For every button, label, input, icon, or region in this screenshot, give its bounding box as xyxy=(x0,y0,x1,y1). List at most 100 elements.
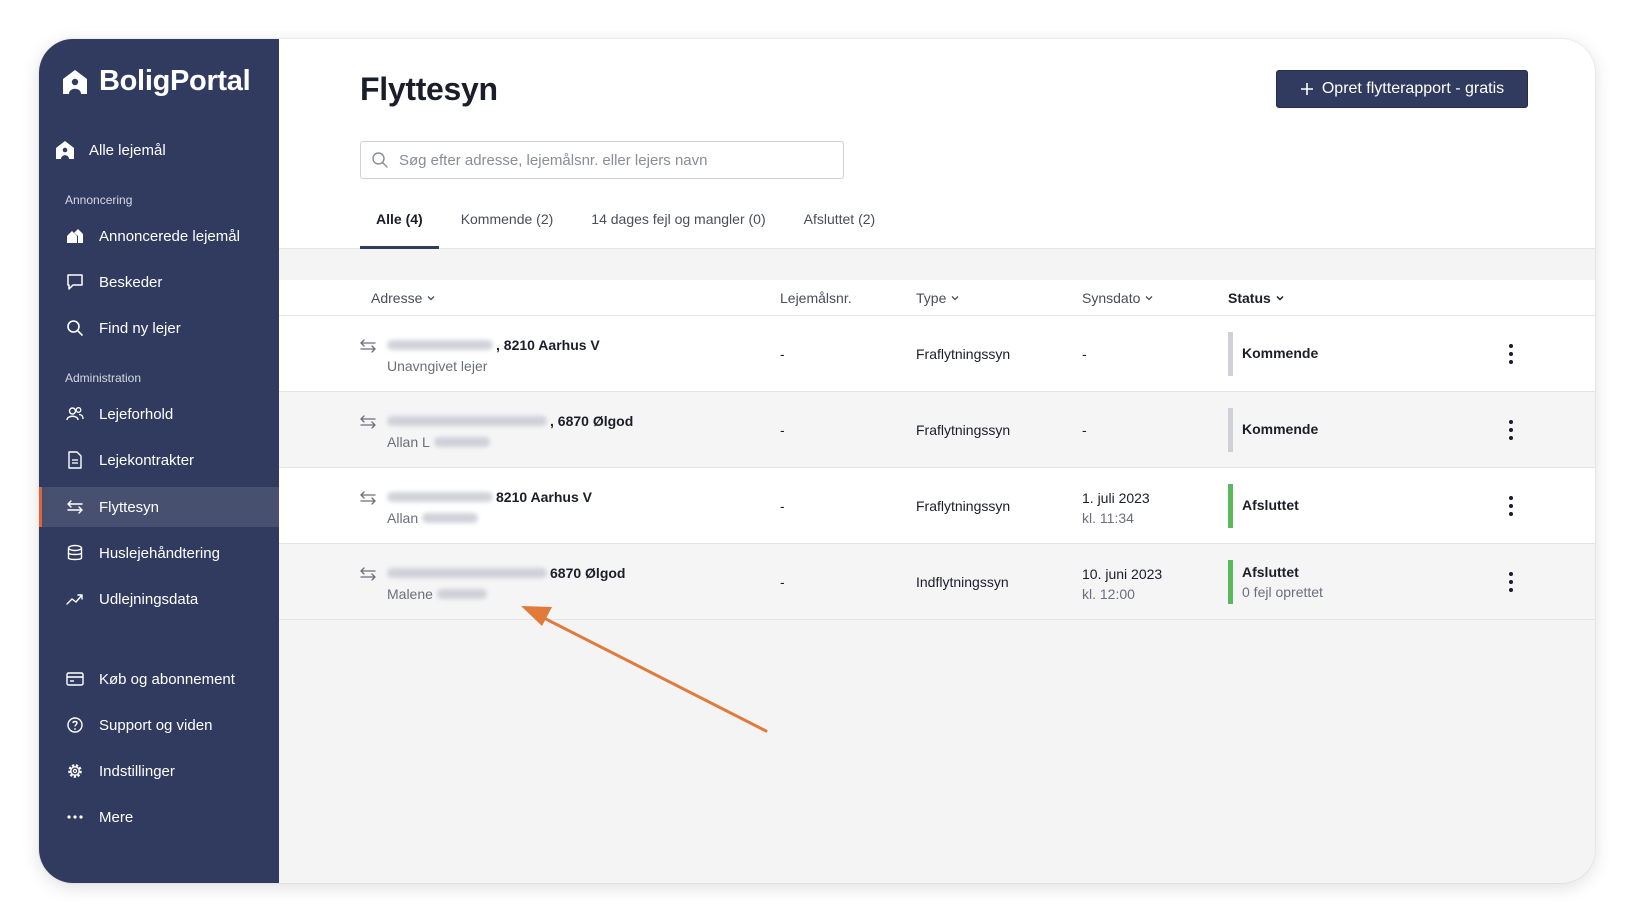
table-row[interactable]: 8210 Aarhus V Allan - Fraflytningssyn 1.… xyxy=(279,468,1595,544)
chevron-down-icon xyxy=(1145,296,1153,301)
brand-logo[interactable]: BoligPortal xyxy=(61,65,251,98)
inspections-table: Adresse Lejemålsnr. Type Synsdato Status xyxy=(279,280,1595,620)
sidebar-item-contracts[interactable]: Lejekontrakter xyxy=(39,440,279,480)
column-header-address[interactable]: Adresse xyxy=(371,290,436,306)
sidebar-item-flyttesyn[interactable]: Flyttesyn xyxy=(39,487,279,527)
row-address[interactable]: , 8210 Aarhus V xyxy=(387,337,600,353)
status-indicator xyxy=(1228,484,1233,528)
date-text: 10. juni 2023 xyxy=(1082,566,1163,582)
sidebar-item-rent-management[interactable]: Huslejehåndtering xyxy=(39,533,279,573)
row-type: Fraflytningssyn xyxy=(916,346,1011,362)
section-heading-annoncering: Annoncering xyxy=(65,193,133,207)
status-indicator xyxy=(1228,332,1233,376)
card-icon xyxy=(65,669,85,689)
sidebar-item-label: Indstillinger xyxy=(99,762,175,780)
kebab-dot xyxy=(1509,344,1513,348)
sidebar-item-label: Flyttesyn xyxy=(99,498,160,516)
sidebar-item-label: Find ny lejer xyxy=(99,319,181,337)
sidebar-item-subscription[interactable]: Køb og abonnement xyxy=(39,659,279,699)
sidebar-item-label: Lejekontrakter xyxy=(99,451,195,469)
page-title: Flyttesyn xyxy=(360,71,498,107)
row-address[interactable]: 6870 Ølgod xyxy=(387,565,625,581)
redacted-address xyxy=(387,492,493,502)
move-arrows-icon xyxy=(360,415,376,429)
sidebar-item-messages[interactable]: Beskeder xyxy=(39,262,279,302)
row-tenant: Allan xyxy=(387,510,481,526)
sidebar-item-all-leases[interactable]: Alle lejemål xyxy=(39,130,279,170)
app-window: BoligPortal Alle lejemål Annoncering Ann… xyxy=(39,39,1595,883)
sidebar-item-label: Huslejehåndtering xyxy=(99,544,220,562)
sidebar-item-settings[interactable]: Indstillinger xyxy=(39,751,279,791)
status-badge: Afsluttet 0 fejl oprettet xyxy=(1242,564,1323,600)
tab-all[interactable]: Alle (4) xyxy=(360,205,439,249)
house-logo-icon xyxy=(63,69,87,94)
column-label: Synsdato xyxy=(1082,290,1141,306)
brand-name: BoligPortal xyxy=(99,65,251,97)
row-type: Indflytningssyn xyxy=(916,574,1009,590)
sidebar-item-find-tenant[interactable]: Find ny lejer xyxy=(39,308,279,348)
row-actions-menu[interactable] xyxy=(1507,572,1515,592)
status-badge: Afsluttet xyxy=(1242,497,1299,513)
row-lease-number: - xyxy=(780,498,785,514)
create-move-report-button[interactable]: Opret flytterapport - gratis xyxy=(1276,70,1528,108)
table-row[interactable]: , 6870 Ølgod Allan L - Fraflytningssyn -… xyxy=(279,392,1595,468)
redacted-name xyxy=(433,437,490,447)
sidebar-item-more[interactable]: Mere xyxy=(39,797,279,837)
sidebar-item-tenancies[interactable]: Lejeforhold xyxy=(39,394,279,434)
date-text: 1. juli 2023 xyxy=(1082,490,1150,506)
chevron-down-icon xyxy=(951,296,959,301)
row-address[interactable]: , 6870 Ølgod xyxy=(387,413,633,429)
row-date: 1. juli 2023 kl. 11:34 xyxy=(1082,490,1150,526)
tab-14-day-defects[interactable]: 14 dages fejl og mangler (0) xyxy=(575,205,781,249)
sidebar-item-label: Mere xyxy=(99,808,134,826)
row-type: Fraflytningssyn xyxy=(916,498,1011,514)
row-actions-menu[interactable] xyxy=(1507,420,1515,440)
time-text: kl. 12:00 xyxy=(1082,586,1135,602)
chat-icon xyxy=(65,272,85,292)
table-header: Adresse Lejemålsnr. Type Synsdato Status xyxy=(279,280,1595,316)
sidebar-item-label: Lejeforhold xyxy=(99,405,174,423)
column-header-date[interactable]: Synsdato xyxy=(1082,290,1154,306)
table-row[interactable]: 6870 Ølgod Malene - Indflytningssyn 10. … xyxy=(279,544,1595,620)
sidebar-item-label: Køb og abonnement xyxy=(99,670,235,688)
users-icon xyxy=(65,404,85,424)
column-header-status[interactable]: Status xyxy=(1228,290,1285,306)
page-header: Flyttesyn Opret flytterapport - gratis A… xyxy=(279,39,1595,249)
kebab-dot xyxy=(1509,352,1513,356)
status-badge: Kommende xyxy=(1242,421,1319,437)
tab-completed[interactable]: Afsluttet (2) xyxy=(788,205,892,249)
sidebar-item-label: Udlejningsdata xyxy=(99,590,199,608)
sidebar-item-listed-leases[interactable]: Annoncerede lejemål xyxy=(39,216,279,256)
row-address[interactable]: 8210 Aarhus V xyxy=(387,489,592,505)
column-label: Lejemålsnr. xyxy=(780,290,852,306)
table-row[interactable]: , 8210 Aarhus V Unavngivet lejer - Frafl… xyxy=(279,316,1595,392)
tenant-text: Allan xyxy=(387,510,419,526)
search-input[interactable] xyxy=(399,151,819,169)
filter-tabs: Alle (4) Kommende (2) 14 dages fejl og m… xyxy=(360,205,897,249)
main-content: Flyttesyn Opret flytterapport - gratis A… xyxy=(279,39,1595,883)
kebab-dot xyxy=(1509,572,1513,576)
time-text: kl. 11:34 xyxy=(1082,510,1134,526)
sidebar: BoligPortal Alle lejemål Annoncering Ann… xyxy=(39,39,279,883)
sidebar-item-support[interactable]: Support og viden xyxy=(39,705,279,745)
row-actions-menu[interactable] xyxy=(1507,344,1515,364)
redacted-address xyxy=(387,340,493,350)
sidebar-item-rental-data[interactable]: Udlejningsdata xyxy=(39,579,279,619)
create-button-label: Opret flytterapport - gratis xyxy=(1321,80,1505,97)
tab-upcoming[interactable]: Kommende (2) xyxy=(445,205,570,249)
question-icon xyxy=(65,715,85,735)
gear-icon xyxy=(65,761,85,781)
tenant-text: Unavngivet lejer xyxy=(387,358,488,374)
kebab-dot xyxy=(1509,436,1513,440)
move-arrows-icon xyxy=(360,339,376,353)
address-text: , 8210 Aarhus V xyxy=(496,337,600,353)
trend-icon xyxy=(65,589,85,609)
column-header-type[interactable]: Type xyxy=(916,290,960,306)
column-header-lease-number: Lejemålsnr. xyxy=(780,290,852,306)
date-text: - xyxy=(1082,422,1087,438)
plus-icon xyxy=(1300,83,1313,95)
sidebar-item-label: Alle lejemål xyxy=(89,141,166,159)
row-actions-menu[interactable] xyxy=(1507,496,1515,516)
kebab-dot xyxy=(1509,504,1513,508)
search-box xyxy=(360,141,844,179)
